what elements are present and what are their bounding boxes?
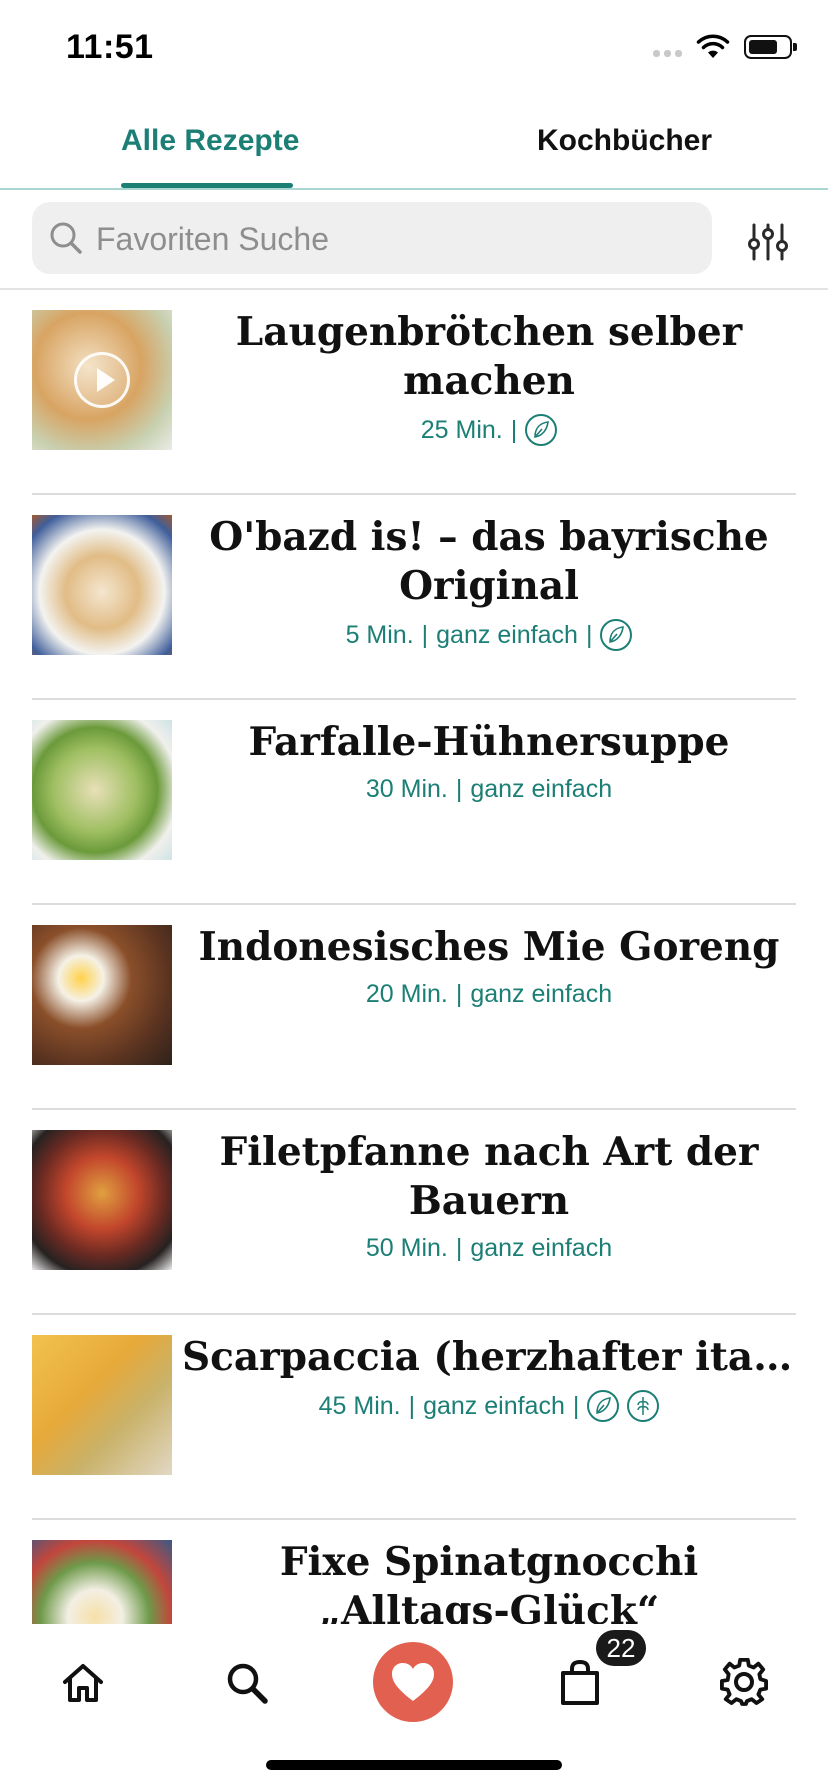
recipe-item[interactable]: O'bazd is! – das bayrische Original 5 Mi… <box>32 495 796 700</box>
recipe-difficulty: ganz einfach <box>470 775 613 803</box>
home-icon <box>63 1664 103 1702</box>
recipe-meta: 20 Min. | ganz einfach <box>365 980 613 1008</box>
search-box[interactable] <box>32 202 712 274</box>
search-input[interactable] <box>94 212 698 266</box>
recipe-time: 5 Min. <box>345 620 414 649</box>
wifi-icon <box>696 34 730 58</box>
search-icon <box>50 222 82 254</box>
sliders-icon <box>748 223 788 261</box>
tab-alle-rezepte[interactable]: Alle Rezepte <box>121 124 299 158</box>
recipe-meta: 50 Min. | ganz einfach <box>365 1234 613 1262</box>
heart-icon <box>392 1663 434 1701</box>
recipe-meta: 30 Min. | ganz einfach <box>365 775 613 803</box>
nav-settings[interactable] <box>710 1648 780 1718</box>
recipe-title: O'bazd is! – das bayrische Original <box>209 514 769 609</box>
recipe-image <box>32 310 172 450</box>
recipe-difficulty: ganz einfach <box>470 1234 613 1262</box>
status-time: 11:51 <box>66 28 154 66</box>
filter-button[interactable] <box>746 222 790 262</box>
home-indicator <box>266 1760 562 1770</box>
status-icons <box>653 34 797 60</box>
search-icon <box>227 1663 268 1704</box>
recipe-image <box>32 515 172 655</box>
recipe-image <box>32 1335 172 1475</box>
vegetarian-icon <box>600 619 633 651</box>
recipe-image <box>32 1130 172 1270</box>
tab-bar: Alle Rezepte Kochbücher <box>0 100 828 190</box>
recipe-title: Fixe Spinatgnocchi „Alltags-Glück“ <box>279 1539 699 1624</box>
nav-favorites[interactable] <box>373 1642 453 1722</box>
recipe-title: Laugenbrötchen selber machen <box>235 309 743 404</box>
shopping-bag-icon <box>561 1659 599 1705</box>
recipe-item[interactable]: Scarpaccia (herzhafter italienischer Zuc… <box>32 1315 796 1520</box>
recipe-meta: 5 Min. | ganz einfach | <box>182 619 796 651</box>
recipe-time: 20 Min. <box>365 980 448 1008</box>
gluten-free-icon <box>627 1390 660 1422</box>
recipe-time: 25 Min. <box>420 415 503 444</box>
cart-count-badge: 22 <box>596 1630 646 1666</box>
recipe-image <box>32 720 172 860</box>
recipe-difficulty: ganz einfach <box>470 980 613 1008</box>
cellular-signal-icon <box>653 37 682 57</box>
recipe-image <box>32 925 172 1065</box>
recipe-difficulty: ganz einfach <box>423 1391 565 1420</box>
vegetarian-icon <box>525 414 558 446</box>
recipe-title: Filetpfanne nach Art der Bauern <box>219 1129 759 1224</box>
recipe-item[interactable]: Laugenbrötchen selber machen 25 Min. | <box>32 290 796 495</box>
nav-search[interactable] <box>212 1648 282 1718</box>
bottom-navigation: 22 <box>0 1624 828 1744</box>
search-row <box>0 190 828 290</box>
recipe-title: Scarpaccia (herzhafter italienischer Zuc… <box>182 1334 796 1380</box>
nav-home[interactable] <box>48 1648 118 1718</box>
tab-kochbuecher[interactable]: Kochbücher <box>537 124 712 158</box>
recipe-meta: 45 Min. | ganz einfach | <box>182 1390 796 1422</box>
recipe-item[interactable]: Farfalle-Hühnersuppe 30 Min. | ganz einfa… <box>32 700 796 905</box>
recipe-item[interactable]: Filetpfanne nach Art der Bauern 50 Min. |… <box>32 1110 796 1315</box>
recipe-image <box>32 1540 172 1624</box>
status-bar: 11:51 <box>0 0 828 100</box>
battery-icon <box>744 35 797 59</box>
recipe-item[interactable]: Fixe Spinatgnocchi „Alltags-Glück“ <box>32 1520 796 1624</box>
recipe-meta: 25 Min. | <box>182 414 796 446</box>
recipe-time: 45 Min. <box>318 1391 401 1420</box>
recipe-item[interactable]: Indonesisches Mie Goreng 20 Min. | ganz e… <box>32 905 796 1110</box>
recipe-difficulty: ganz einfach <box>436 620 578 649</box>
play-video-icon <box>74 352 130 408</box>
recipe-title: Indonesisches Mie Goreng <box>198 924 780 970</box>
recipe-list: Laugenbrötchen selber machen 25 Min. | O'… <box>0 290 828 1624</box>
recipe-time: 50 Min. <box>365 1234 448 1262</box>
gear-icon <box>720 1658 769 1706</box>
active-tab-indicator <box>121 183 293 188</box>
vegetarian-icon <box>587 1390 620 1422</box>
recipe-time: 30 Min. <box>365 775 448 803</box>
recipe-title: Farfalle-Hühnersuppe <box>248 719 730 765</box>
